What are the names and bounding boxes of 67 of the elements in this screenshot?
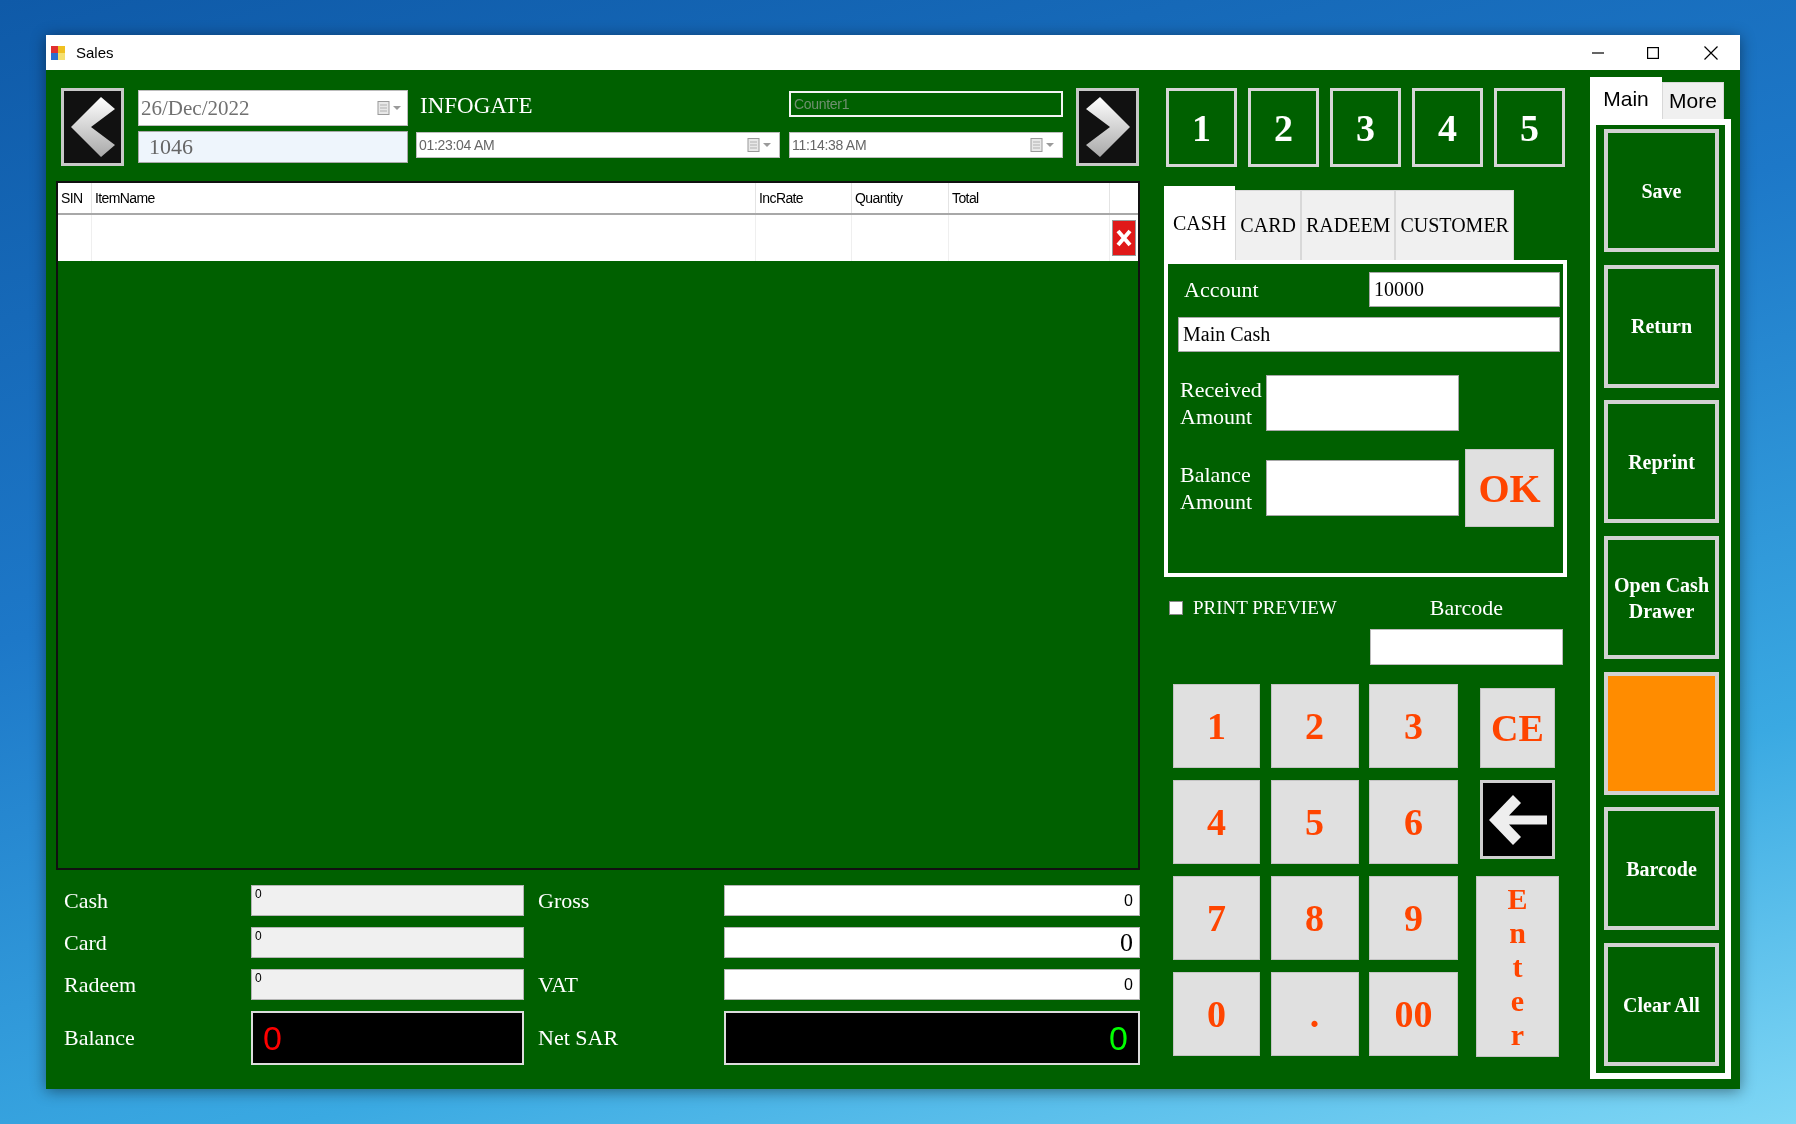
column-header[interactable]: Total bbox=[949, 183, 1110, 213]
field-label: Account bbox=[1184, 276, 1259, 303]
total-value: 0 bbox=[263, 1021, 282, 1055]
amount-field[interactable]: 0 bbox=[724, 927, 1140, 958]
field-label: Card bbox=[64, 929, 107, 955]
bill-number-field[interactable]: 1046 bbox=[138, 131, 408, 163]
action-button[interactable]: Return bbox=[1604, 264, 1719, 388]
account-name-field[interactable]: Main Cash bbox=[1178, 317, 1560, 352]
calendar-dropdown-icon[interactable] bbox=[1030, 137, 1056, 153]
total-value: 0 bbox=[1109, 1021, 1128, 1055]
company-name: INFOGATE bbox=[420, 92, 533, 120]
app-icon bbox=[50, 44, 66, 61]
calendar-dropdown-icon[interactable] bbox=[377, 100, 403, 116]
column-header[interactable]: IncRate bbox=[756, 183, 852, 213]
action-button[interactable]: Barcode bbox=[1604, 807, 1719, 931]
amount-field[interactable]: 0 bbox=[724, 969, 1140, 1000]
time-picker[interactable]: 11:14:38 AM bbox=[789, 132, 1063, 158]
bill-slot-button[interactable]: 5 bbox=[1494, 88, 1565, 167]
delete-icon[interactable] bbox=[1112, 220, 1136, 256]
field-label: VAT bbox=[538, 971, 578, 997]
close-icon[interactable] bbox=[1704, 45, 1718, 60]
column-header[interactable]: ItemName bbox=[92, 183, 756, 213]
panel-tab[interactable]: More bbox=[1662, 82, 1724, 119]
received-amount-field[interactable] bbox=[1266, 375, 1459, 431]
bill-slot-button[interactable]: 4 bbox=[1412, 88, 1483, 167]
window-title: Sales bbox=[76, 44, 114, 61]
field-label: Radeem bbox=[64, 971, 137, 997]
field-label: Received Amount bbox=[1180, 376, 1263, 430]
calendar-dropdown-icon[interactable] bbox=[747, 137, 773, 153]
date-picker[interactable]: 26/Dec/2022 bbox=[138, 90, 408, 126]
chevron-right-icon bbox=[1085, 97, 1130, 157]
column-header[interactable]: SIN bbox=[58, 183, 92, 213]
action-button[interactable]: Reprint bbox=[1604, 400, 1719, 524]
minimize-icon[interactable] bbox=[1592, 51, 1604, 54]
bill-slot-button[interactable]: 1 bbox=[1166, 88, 1237, 167]
field-label: Gross bbox=[538, 887, 590, 913]
amount-field[interactable]: 0 bbox=[251, 969, 524, 1000]
checkbox[interactable] bbox=[1169, 601, 1183, 615]
field-label: Net SAR bbox=[538, 1025, 619, 1050]
time-picker[interactable]: 01:23:04 AM bbox=[416, 132, 780, 158]
column-header[interactable]: Quantity bbox=[852, 183, 949, 213]
account-code-field[interactable]: 10000 bbox=[1369, 272, 1560, 307]
field-label: Barcode bbox=[1429, 595, 1504, 621]
balance-amount-field[interactable] bbox=[1266, 460, 1459, 516]
barcode-field[interactable] bbox=[1370, 629, 1563, 665]
amount-field[interactable]: 0 bbox=[724, 885, 1140, 916]
previous-button[interactable] bbox=[61, 88, 124, 166]
action-button[interactable]: Save bbox=[1604, 129, 1719, 252]
field-label: Balance Amount bbox=[1180, 461, 1254, 515]
field-label: Balance bbox=[64, 1025, 135, 1050]
payment-tab[interactable]: RADEEM bbox=[1300, 190, 1396, 260]
payment-tab[interactable]: CASH bbox=[1164, 186, 1236, 260]
payment-tab[interactable]: CUSTOMER bbox=[1395, 190, 1514, 260]
bill-slot-button[interactable]: 3 bbox=[1330, 88, 1401, 167]
field-label: Cash bbox=[64, 887, 108, 913]
chevron-left-icon bbox=[70, 97, 115, 157]
backspace-button[interactable] bbox=[1480, 780, 1555, 859]
amount-field[interactable]: 0 bbox=[251, 927, 524, 958]
amount-field[interactable]: 0 bbox=[251, 885, 524, 916]
maximize-icon[interactable] bbox=[1647, 46, 1659, 59]
panel-tab[interactable]: Main bbox=[1590, 77, 1662, 119]
payment-tab[interactable]: CARD bbox=[1235, 190, 1301, 260]
checkbox-label[interactable]: PRINT PREVIEW bbox=[1193, 597, 1337, 619]
next-button[interactable] bbox=[1076, 88, 1139, 166]
action-button[interactable]: Clear All bbox=[1604, 943, 1719, 1067]
action-button[interactable]: Open Cash Drawer bbox=[1604, 536, 1719, 660]
bill-slot-button[interactable]: 2 bbox=[1248, 88, 1319, 167]
